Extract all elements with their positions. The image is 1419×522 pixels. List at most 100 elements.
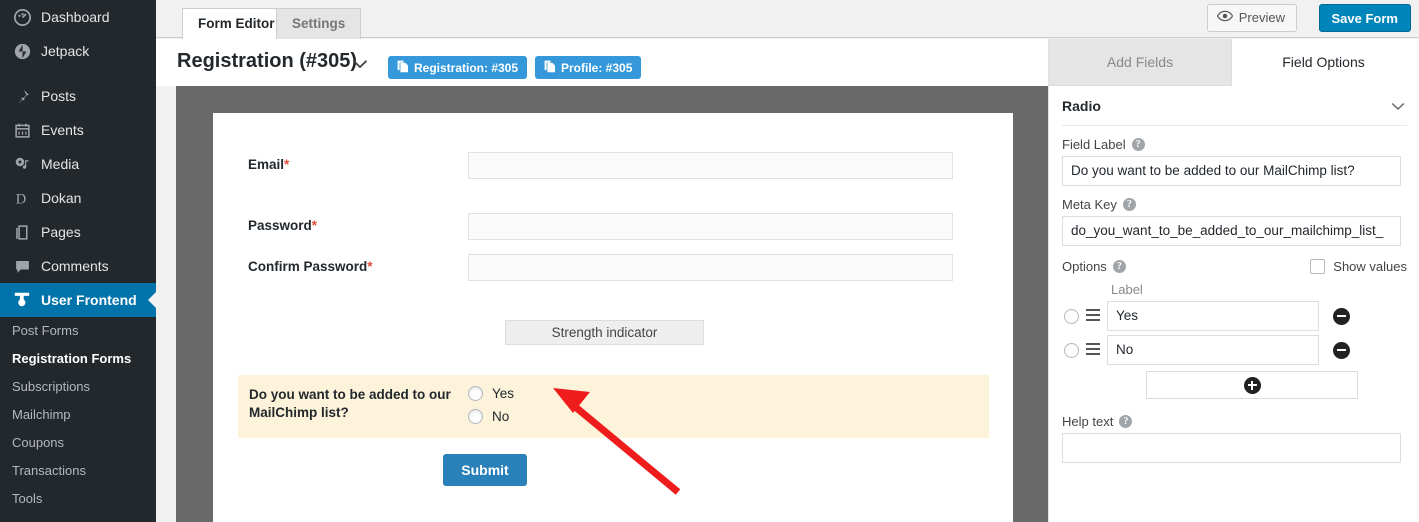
- eye-icon: [1216, 5, 1233, 31]
- help-text-input[interactable]: [1062, 433, 1401, 463]
- radio-choice-yes[interactable]: Yes: [468, 386, 514, 401]
- drag-handle-icon[interactable]: [1086, 308, 1100, 324]
- field-options-body: Radio Field Label ? Do you want to be ad…: [1049, 86, 1419, 463]
- radio-choice-no[interactable]: No: [468, 409, 509, 424]
- confirm-password-input[interactable]: [468, 254, 953, 281]
- shortcode-profile-label: Profile: #305: [561, 60, 633, 75]
- sidebar-subitem-registration-forms[interactable]: Registration Forms: [0, 345, 156, 373]
- sidebar-item-label: Jetpack: [41, 43, 90, 59]
- field-label-input[interactable]: Do you want to be added to our MailChimp…: [1062, 156, 1401, 186]
- radio-choice-label: Yes: [492, 386, 515, 401]
- dokan-icon: D: [12, 188, 32, 208]
- wp-admin-screen: Dashboard Jetpack Posts Events Media D D…: [0, 0, 1419, 522]
- admin-sidebar: Dashboard Jetpack Posts Events Media D D…: [0, 0, 156, 522]
- options-header-row: Options ? Show values: [1062, 259, 1407, 274]
- required-marker: *: [367, 259, 373, 274]
- option-row-yes: Yes: [1062, 301, 1407, 331]
- media-icon: [12, 154, 32, 174]
- sidebar-item-label: Posts: [41, 88, 77, 104]
- field-label-email: Email*: [248, 157, 290, 172]
- sidebar-subitem-mailchimp[interactable]: Mailchimp: [0, 401, 156, 429]
- sidebar-item-jetpack[interactable]: Jetpack: [0, 34, 156, 68]
- sidebar-item-user-frontend[interactable]: User Frontend: [0, 283, 156, 317]
- sidebar-subitem-tools[interactable]: Tools: [0, 485, 156, 513]
- options-title: Options: [1062, 259, 1107, 274]
- radio-button-icon[interactable]: [468, 386, 483, 401]
- tab-form-editor[interactable]: Form Editor: [182, 8, 291, 39]
- form-header: Registration (#305) Registration: #305 P…: [156, 39, 1048, 86]
- show-values-checkbox[interactable]: [1310, 259, 1326, 274]
- field-label-mailchimp: Do you want to be added to our MailChimp…: [249, 387, 451, 420]
- copy-icon: [397, 60, 409, 76]
- help-icon[interactable]: ?: [1122, 198, 1136, 211]
- show-values-toggle[interactable]: Show values: [1310, 259, 1407, 274]
- radio-choice-label: No: [492, 409, 510, 424]
- option-label-input[interactable]: Yes: [1107, 301, 1319, 331]
- pin-icon: [12, 86, 32, 106]
- shortcode-registration-button[interactable]: Registration: #305: [388, 56, 528, 79]
- field-label-password: Password*: [248, 218, 318, 233]
- sidebar-item-label: Dokan: [41, 190, 82, 206]
- sidebar-item-comments[interactable]: Comments: [0, 249, 156, 283]
- editor-topbar: Form Editor Settings Preview Save Form: [156, 0, 1419, 39]
- options-column-header: Label: [1111, 282, 1143, 297]
- save-form-button[interactable]: Save Form: [1318, 4, 1411, 32]
- help-icon[interactable]: ?: [1119, 415, 1133, 428]
- meta-key-input[interactable]: do_you_want_to_be_added_to_our_mailchimp…: [1062, 216, 1401, 246]
- preview-button-label: Preview: [1238, 10, 1285, 25]
- comment-icon: [12, 256, 32, 276]
- form-canvas: Email* Password* Confirm Password* Stren…: [176, 86, 1048, 522]
- add-option-button[interactable]: [1146, 371, 1358, 399]
- preview-button[interactable]: Preview: [1206, 4, 1297, 32]
- sidebar-item-dokan[interactable]: D Dokan: [0, 181, 156, 215]
- svg-text:D: D: [15, 191, 25, 206]
- field-label-title: Field Label ?: [1062, 137, 1407, 152]
- sidebar-item-events[interactable]: Events: [0, 113, 156, 147]
- user-frontend-icon: [12, 290, 32, 310]
- add-option-icon: [1243, 376, 1261, 394]
- form-field-radio-highlighted[interactable]: Do you want to be added to our MailChimp…: [238, 375, 989, 438]
- tab-add-fields[interactable]: Add Fields: [1049, 39, 1232, 86]
- help-icon[interactable]: ?: [1112, 260, 1126, 273]
- remove-option-icon[interactable]: [1333, 307, 1350, 325]
- radio-button-icon[interactable]: [468, 409, 483, 424]
- page-title: Registration (#305): [177, 50, 358, 72]
- show-values-label: Show values: [1333, 259, 1407, 274]
- sidebar-separator: [0, 68, 156, 79]
- chevron-down-icon[interactable]: [1391, 98, 1405, 114]
- option-default-radio-icon[interactable]: [1064, 308, 1079, 324]
- tab-settings[interactable]: Settings: [276, 8, 362, 39]
- tab-field-options[interactable]: Field Options: [1232, 39, 1415, 86]
- help-icon[interactable]: ?: [1131, 138, 1145, 151]
- copy-icon: [544, 60, 556, 76]
- dashboard-icon: [12, 7, 32, 27]
- sidebar-item-label: Events: [41, 122, 84, 138]
- password-input[interactable]: [468, 213, 953, 240]
- sidebar-subitem-subscriptions[interactable]: Subscriptions: [0, 373, 156, 401]
- sidebar-subitem-transactions[interactable]: Transactions: [0, 457, 156, 485]
- sidebar-subitem-post-forms[interactable]: Post Forms: [0, 317, 156, 345]
- pages-icon: [12, 222, 32, 242]
- sidebar-item-pages[interactable]: Pages: [0, 215, 156, 249]
- field-options-panel: Add Fields Field Options Radio Field Lab…: [1048, 39, 1419, 522]
- field-label-confirm-password: Confirm Password*: [248, 259, 373, 274]
- meta-key-title: Meta Key ?: [1062, 197, 1407, 212]
- remove-option-icon[interactable]: [1333, 341, 1350, 359]
- sidebar-subitem-coupons[interactable]: Coupons: [0, 429, 156, 457]
- sidebar-item-label: User Frontend: [41, 292, 137, 308]
- submit-button[interactable]: Submit: [443, 454, 527, 486]
- option-label-input[interactable]: No: [1107, 335, 1319, 365]
- chevron-down-icon[interactable]: [352, 56, 368, 74]
- sidebar-item-dashboard[interactable]: Dashboard: [0, 0, 156, 34]
- calendar-icon: [12, 120, 32, 140]
- strength-indicator: Strength indicator: [505, 320, 704, 345]
- sidebar-item-label: Comments: [41, 258, 109, 274]
- option-default-radio-icon[interactable]: [1064, 342, 1079, 358]
- shortcode-registration-label: Registration: #305: [414, 60, 519, 75]
- jetpack-icon: [12, 41, 32, 61]
- sidebar-item-media[interactable]: Media: [0, 147, 156, 181]
- shortcode-profile-button[interactable]: Profile: #305: [535, 56, 642, 79]
- drag-handle-icon[interactable]: [1086, 342, 1100, 358]
- sidebar-item-posts[interactable]: Posts: [0, 79, 156, 113]
- email-input[interactable]: [468, 152, 953, 179]
